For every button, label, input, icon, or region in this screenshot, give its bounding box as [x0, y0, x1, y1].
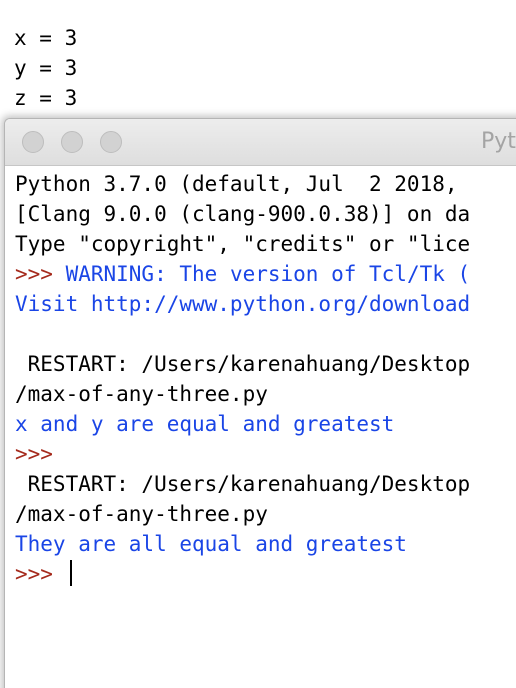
restart-line: RESTART: /Users/karenahuang/Desktop: [15, 352, 471, 376]
restart-line: RESTART: /Users/karenahuang/Desktop: [15, 472, 471, 496]
editor-line: """: [14, 0, 52, 11]
banner-line: Type "copyright", "credits" or "lice: [15, 232, 471, 256]
background-editor-window[interactable]: """ x = 3 y = 3 z = 3 if ( x == y: [0, 0, 516, 130]
banner-line: [Clang 9.0.0 (clang-900.0.38)] on da: [15, 202, 471, 226]
restart-file-line: /max-of-any-three.py: [15, 502, 268, 526]
window-title: Pyt: [481, 129, 516, 154]
editor-line: x = 3: [14, 26, 78, 50]
warning-text: WARNING: The version of Tcl/Tk (: [65, 262, 471, 286]
editor-line: y = 3: [14, 56, 78, 80]
close-window-button[interactable]: [22, 131, 44, 153]
program-output-line: They are all equal and greatest: [15, 532, 407, 556]
warning-line: >>> WARNING: The version of Tcl/Tk (: [15, 259, 516, 289]
restart-file-line: /max-of-any-three.py: [15, 382, 268, 406]
python-shell-window[interactable]: Pyt Python 3.7.0 (default, Jul 2 2018, […: [4, 118, 516, 688]
program-output-line: x and y are equal and greatest: [15, 412, 395, 436]
zoom-window-button[interactable]: [100, 131, 122, 153]
visit-line: Visit http://www.python.org/download: [15, 292, 471, 316]
window-titlebar[interactable]: Pyt: [5, 119, 516, 166]
banner-line: Python 3.7.0 (default, Jul 2 2018,: [15, 172, 458, 196]
minimize-window-button[interactable]: [61, 131, 83, 153]
editor-line: z = 3: [14, 86, 78, 110]
text-cursor: [69, 560, 72, 586]
shell-console[interactable]: Python 3.7.0 (default, Jul 2 2018, [Clan…: [15, 169, 516, 589]
input-line[interactable]: >>>: [15, 559, 516, 589]
screen: """ x = 3 y = 3 z = 3 if ( x == y Pyt Py…: [0, 0, 516, 688]
prompt: >>>: [15, 562, 66, 586]
prompt: >>>: [15, 262, 66, 286]
prompt: >>>: [15, 442, 53, 466]
